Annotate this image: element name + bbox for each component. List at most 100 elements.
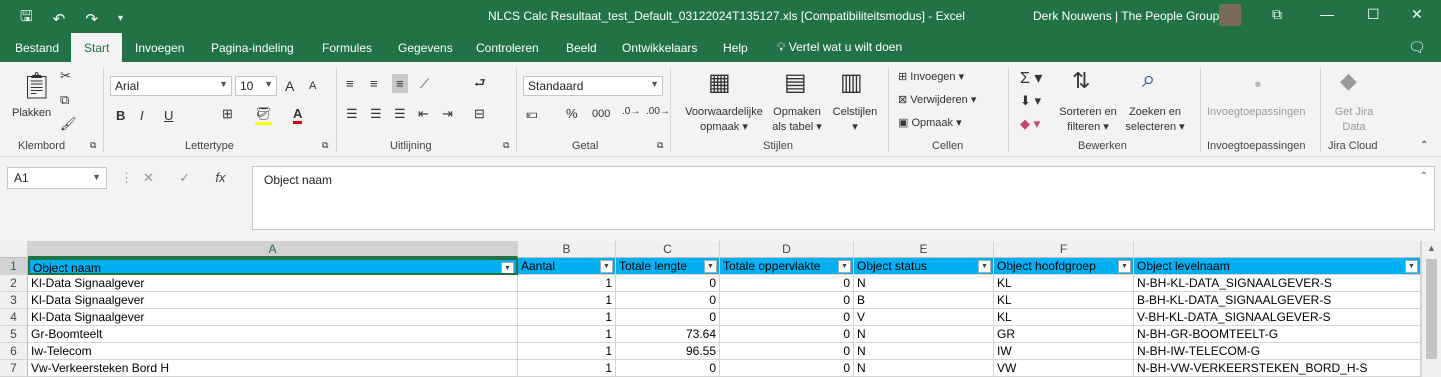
cancel-icon[interactable]: ✕	[143, 170, 154, 185]
table-cell[interactable]: 1	[518, 343, 616, 360]
comments-icon[interactable]: 🗨︎	[1408, 39, 1426, 56]
collapse-formula-icon[interactable]: ⌃	[1420, 171, 1428, 182]
align-right-icon[interactable]: ☰	[394, 106, 406, 122]
header-cell[interactable]: Object hoofdgroep ▼	[994, 258, 1134, 275]
cell-styles-button[interactable]: Celstijlen ▾	[828, 105, 882, 135]
shrink-font-icon[interactable]: A	[309, 80, 316, 92]
table-cell[interactable]: 1	[518, 275, 616, 292]
dialog-launcher-icon[interactable]: ⧉	[657, 140, 663, 151]
table-cell[interactable]: 73.64	[616, 326, 720, 343]
column-header-c[interactable]: C	[616, 241, 720, 258]
increase-indent-icon[interactable]: ⇥	[442, 106, 453, 122]
table-cell[interactable]: N	[854, 343, 994, 360]
table-cell[interactable]: 0	[720, 309, 854, 326]
table-cell[interactable]: 0	[720, 275, 854, 292]
table-cell[interactable]: 0	[720, 343, 854, 360]
tab-help[interactable]: Help	[723, 41, 748, 55]
format-cells-button[interactable]: ▣ Opmaak ▾	[898, 116, 962, 131]
undo-icon[interactable]: ↶	[53, 10, 66, 28]
table-cell[interactable]: 1	[518, 309, 616, 326]
table-cell[interactable]: V-BH-KL-DATA_SIGNAALGEVER-S	[1134, 309, 1421, 326]
paste-icon[interactable]: 📋︎	[20, 70, 53, 101]
comma-style-icon[interactable]: 000	[592, 108, 610, 120]
tab-beeld[interactable]: Beeld	[566, 41, 597, 55]
column-header-e[interactable]: E	[854, 241, 994, 258]
filter-dropdown-icon[interactable]: ▼	[501, 262, 514, 273]
table-cell[interactable]: 0	[616, 309, 720, 326]
format-as-table-button[interactable]: Opmaken als tabel ▾	[768, 105, 826, 135]
align-top-icon[interactable]: ≡	[346, 76, 354, 91]
redo-icon[interactable]: ↷	[85, 10, 98, 28]
table-cell[interactable]: N	[854, 360, 994, 377]
autosum-icon[interactable]: Σ ▾	[1020, 68, 1042, 88]
italic-button[interactable]: I	[140, 108, 144, 123]
column-header-f[interactable]: F	[994, 241, 1134, 258]
tell-me-box[interactable]: 💡︎ Vertel wat u wilt doen	[777, 40, 902, 55]
minimize-icon[interactable]: —	[1320, 6, 1334, 22]
currency-icon[interactable]: 💶︎	[526, 106, 538, 122]
table-cell[interactable]: Iw-Telecom	[28, 343, 518, 360]
table-cell[interactable]: KL	[994, 309, 1134, 326]
table-cell[interactable]: Gr-Boomteelt	[28, 326, 518, 343]
font-name-combo[interactable]: Arial ▼	[110, 76, 232, 96]
addins-button[interactable]: Invoegtoepassingen	[1207, 105, 1305, 120]
increase-decimal-icon[interactable]: .0→	[622, 106, 640, 117]
table-cell[interactable]: 1	[518, 292, 616, 309]
borders-icon[interactable]: ⊞	[222, 106, 233, 122]
filter-dropdown-icon[interactable]: ▼	[704, 260, 717, 273]
align-bottom-icon[interactable]: ≡	[392, 74, 408, 93]
maximize-icon[interactable]: ☐	[1367, 6, 1380, 23]
grow-font-icon[interactable]: A	[285, 78, 294, 94]
table-cell[interactable]: 0	[616, 360, 720, 377]
table-cell[interactable]: N-BH-GR-BOOMTEELT-G	[1134, 326, 1421, 343]
header-cell[interactable]: Object levelnaam ▼	[1134, 258, 1421, 275]
column-header-a[interactable]: A	[28, 241, 518, 258]
table-cell[interactable]: 0	[720, 326, 854, 343]
fill-color-icon[interactable]: 🪣︎	[255, 106, 272, 125]
table-cell[interactable]: N	[854, 326, 994, 343]
table-cell[interactable]: KL	[994, 275, 1134, 292]
header-cell[interactable]: Aantal ▼	[518, 258, 616, 275]
table-cell[interactable]: N-BH-IW-TELECOM-G	[1134, 343, 1421, 360]
table-cell[interactable]: IW	[994, 343, 1134, 360]
scroll-up-icon[interactable]: ▲	[1427, 243, 1436, 253]
format-painter-icon[interactable]: 🖌︎	[60, 116, 77, 132]
underline-button[interactable]: U	[164, 108, 173, 123]
table-cell[interactable]: 1	[518, 360, 616, 377]
tab-start[interactable]: Start	[71, 33, 123, 62]
table-cell[interactable]: 1	[518, 326, 616, 343]
conditional-formatting-icon[interactable]: ▦	[708, 68, 731, 97]
filter-dropdown-icon[interactable]: ▼	[1118, 260, 1131, 273]
sort-filter-icon[interactable]: ⇅	[1072, 68, 1090, 94]
formula-input[interactable]: Object naam ⌃	[252, 166, 1435, 230]
orientation-icon[interactable]: ⟋	[420, 76, 429, 92]
header-cell[interactable]: Totale oppervlakte ▼	[720, 258, 854, 275]
save-icon[interactable]: 🖫	[20, 6, 33, 31]
tab-ontwikkelaars[interactable]: Ontwikkelaars	[622, 41, 697, 55]
sort-filter-button[interactable]: Sorteren en filteren ▾	[1056, 105, 1120, 135]
tab-pagina-indeling[interactable]: Pagina-indeling	[211, 41, 294, 55]
table-cell[interactable]: B	[854, 292, 994, 309]
tab-bestand[interactable]: Bestand	[15, 41, 59, 55]
table-cell[interactable]: 96.55	[616, 343, 720, 360]
dialog-launcher-icon[interactable]: ⧉	[503, 140, 509, 151]
row-header[interactable]: 4	[0, 309, 28, 326]
cut-icon[interactable]: ✂	[60, 68, 71, 84]
bold-button[interactable]: B	[116, 108, 125, 123]
table-cell[interactable]: N	[854, 275, 994, 292]
font-size-combo[interactable]: 10 ▼	[235, 76, 277, 96]
table-cell[interactable]: Vw-Verkeersteken Bord H	[28, 360, 518, 377]
table-cell[interactable]: VW	[994, 360, 1134, 377]
table-cell[interactable]: Kl-Data Signaalgever	[28, 292, 518, 309]
find-select-button[interactable]: Zoeken en selecteren ▾	[1122, 105, 1188, 135]
row-header[interactable]: 6	[0, 343, 28, 360]
ribbon-display-icon[interactable]: ⧉	[1272, 6, 1282, 23]
percent-button[interactable]: %	[566, 106, 578, 121]
number-format-combo[interactable]: Standaard ▼	[523, 76, 663, 96]
user-name[interactable]: Derk Nouwens | The People Group	[1033, 9, 1219, 23]
dialog-launcher-icon[interactable]: ⧉	[90, 140, 96, 151]
close-icon[interactable]: ✕	[1411, 6, 1423, 23]
find-select-icon[interactable]: ⌕	[1142, 66, 1155, 94]
table-cell[interactable]: 0	[720, 360, 854, 377]
clear-icon[interactable]: ◆ ▾	[1020, 116, 1040, 132]
